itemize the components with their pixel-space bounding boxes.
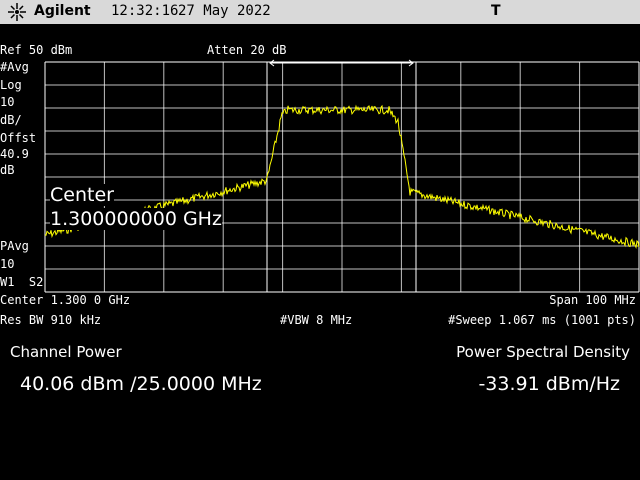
avg-indicator: #Avg bbox=[0, 60, 29, 74]
psd-value: -33.91 dBm/Hz bbox=[478, 373, 620, 395]
pavg-value: 10 bbox=[0, 257, 15, 271]
psd-label: Power Spectral Density bbox=[456, 343, 630, 361]
scale-unit: dB/ bbox=[0, 113, 22, 127]
sweep-time: #Sweep 1.067 ms (1001 pts) bbox=[448, 313, 636, 327]
offset-unit: dB bbox=[0, 163, 15, 177]
attenuation: Atten 20 dB bbox=[207, 43, 287, 57]
active-function-value: 1.300000000 GHz bbox=[50, 208, 222, 230]
offset-value: 40.9 bbox=[0, 147, 29, 161]
trace-mode: W1 S2 bbox=[0, 275, 44, 289]
ref-level: Ref 50 dBm bbox=[0, 43, 73, 57]
spectrum-display bbox=[44, 59, 640, 293]
scale-value: 10 bbox=[0, 95, 15, 109]
video-bandwidth: #VBW 8 MHz bbox=[280, 313, 353, 327]
resolution-bandwidth: Res BW 910 kHz bbox=[0, 313, 102, 327]
center-frequency: Center 1.300 0 GHz bbox=[0, 293, 131, 307]
graticule-grid bbox=[44, 61, 640, 293]
scale-type: Log bbox=[0, 78, 22, 92]
span: Span 100 MHz bbox=[549, 293, 636, 307]
pavg-label: PAvg bbox=[0, 239, 29, 253]
offset-label: Offst bbox=[0, 131, 37, 145]
channel-power-label: Channel Power bbox=[10, 343, 122, 361]
active-function-label: Center bbox=[50, 184, 114, 206]
channel-power-value: 40.06 dBm /25.0000 MHz bbox=[20, 373, 262, 395]
